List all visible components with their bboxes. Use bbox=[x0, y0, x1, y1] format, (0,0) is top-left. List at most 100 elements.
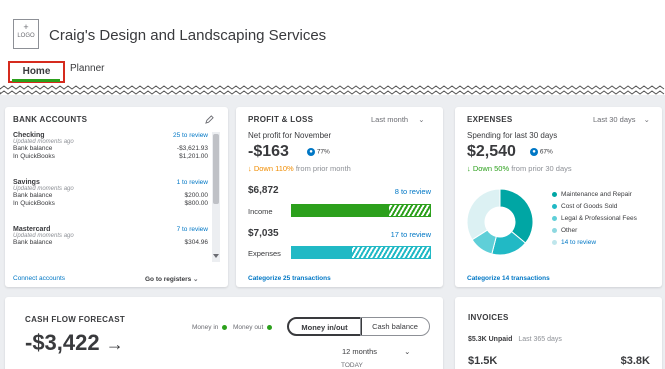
cash-flow-range-dropdown[interactable]: 12 months ⌄ bbox=[342, 347, 410, 356]
trend-rest: from prior 30 days bbox=[509, 164, 572, 173]
profit-loss-card: PROFIT & LOSS Last month ⌄ Net profit fo… bbox=[236, 107, 443, 287]
percent-value: 77% bbox=[316, 148, 330, 156]
legend-item[interactable]: Other bbox=[552, 225, 637, 237]
pencil-icon[interactable] bbox=[205, 115, 214, 124]
income-label: Income bbox=[248, 207, 273, 216]
chevron-down-icon: ⌄ bbox=[404, 347, 411, 356]
expenses-donut-chart[interactable] bbox=[465, 187, 535, 257]
invoices-not-due-amount: $3.8K bbox=[620, 355, 650, 367]
bank-balance-label: Bank balance bbox=[13, 239, 53, 246]
expenses-bar-fill bbox=[291, 246, 352, 259]
expenses-total: $2,540 bbox=[467, 143, 516, 160]
company-logo-placeholder[interactable]: + LOGO bbox=[13, 19, 39, 49]
logo-text: LOGO bbox=[17, 33, 35, 39]
add-logo-icon: + bbox=[23, 22, 29, 32]
tab-planner[interactable]: Planner bbox=[70, 63, 104, 74]
profit-loss-subtitle: Net profit for November bbox=[248, 131, 332, 140]
money-out-dot-icon bbox=[267, 324, 273, 330]
cash-flow-legend: Money in Money out bbox=[192, 324, 276, 331]
unpaid-period: Last 365 days bbox=[518, 336, 562, 343]
legend-dot-icon bbox=[552, 191, 557, 197]
go-to-registers-dropdown[interactable]: Go to registers ⌄ bbox=[145, 275, 199, 283]
qb-balance-value: $800.00 bbox=[184, 200, 209, 207]
period-label: Last month bbox=[371, 115, 409, 124]
bank-account-mastercard[interactable]: Mastercard 7 to review Updated moments a… bbox=[13, 226, 208, 247]
app-header: + LOGO Craig's Design and Landscaping Se… bbox=[0, 0, 665, 92]
account-review-link[interactable]: 7 to review bbox=[177, 226, 208, 233]
legend-item[interactable]: Legal & Professional Fees bbox=[552, 213, 637, 225]
profit-loss-period-dropdown[interactable]: Last month ⌄ bbox=[371, 115, 425, 124]
cash-flow-title: CASH FLOW FORECAST bbox=[25, 315, 126, 324]
bank-balance-value: $304.96 bbox=[184, 239, 209, 246]
bank-accounts-card: BANK ACCOUNTS Checking 25 to review Upda… bbox=[5, 107, 228, 287]
info-icon: ● bbox=[530, 148, 538, 156]
expenses-period-dropdown[interactable]: Last 30 days ⌄ bbox=[593, 115, 650, 124]
profit-trend: ↓ Down 110% from prior month bbox=[248, 164, 351, 173]
today-label: TODAY bbox=[341, 362, 363, 369]
expenses-subtitle: Spending for last 30 days bbox=[467, 131, 558, 140]
expenses-card: EXPENSES Last 30 days ⌄ Spending for las… bbox=[455, 107, 662, 287]
cash-balance-toggle[interactable]: Cash balance bbox=[360, 317, 430, 336]
percent-value: 67% bbox=[539, 148, 553, 156]
categorize-transactions-link[interactable]: Categorize 14 transactions bbox=[467, 275, 550, 282]
down-arrow-icon: ↓ bbox=[248, 164, 252, 173]
legend-dot-icon bbox=[552, 215, 557, 221]
bank-account-savings[interactable]: Savings 1 to review Updated moments ago … bbox=[13, 179, 208, 208]
expenses-bar-pending bbox=[351, 246, 431, 259]
bank-balance-label: Bank balance bbox=[13, 145, 53, 152]
accounts-scrollbar-thumb[interactable] bbox=[213, 134, 219, 204]
info-icon: ● bbox=[307, 148, 315, 156]
expenses-legend: Maintenance and Repair Cost of Goods Sol… bbox=[552, 189, 637, 249]
arrow-right-icon[interactable]: → bbox=[106, 334, 124, 354]
categorize-transactions-link[interactable]: Categorize 25 transactions bbox=[248, 275, 331, 282]
bank-balance-label: Bank balance bbox=[13, 192, 53, 199]
legend-item[interactable]: 14 to review bbox=[552, 237, 637, 249]
invoices-title: INVOICES bbox=[468, 313, 509, 322]
expenses-bar[interactable] bbox=[291, 246, 431, 259]
legend-item[interactable]: Maintenance and Repair bbox=[552, 189, 637, 201]
income-review-link[interactable]: 8 to review bbox=[395, 187, 431, 196]
donut-slice[interactable] bbox=[466, 188, 501, 241]
expenses-trend: ↓ Down 50% from prior 30 days bbox=[467, 164, 572, 173]
unpaid-amount: $5.3K Unpaid bbox=[468, 336, 513, 343]
money-out-label: Money out bbox=[233, 324, 264, 331]
review-link[interactable]: 14 to review bbox=[561, 239, 596, 246]
chevron-down-icon: ⌄ bbox=[418, 115, 425, 124]
legend-dot-icon bbox=[552, 239, 557, 245]
profit-loss-title: PROFIT & LOSS bbox=[248, 115, 314, 124]
range-label: 12 months bbox=[342, 347, 378, 356]
bank-balance-value: $200.00 bbox=[184, 192, 209, 199]
legend-label: Maintenance and Repair bbox=[561, 191, 632, 198]
go-to-registers-label: Go to registers bbox=[145, 276, 192, 283]
tab-home-active-indicator bbox=[12, 79, 60, 82]
expenses-review-link[interactable]: 17 to review bbox=[391, 230, 431, 239]
income-bar[interactable] bbox=[291, 204, 431, 217]
expenses-title: EXPENSES bbox=[467, 115, 513, 124]
bank-account-checking[interactable]: Checking 25 to review Updated moments ag… bbox=[13, 132, 208, 161]
trend-rest: from prior month bbox=[293, 164, 351, 173]
chevron-down-icon: ⌄ bbox=[643, 115, 650, 124]
money-in-dot-icon bbox=[222, 324, 228, 330]
money-in-out-toggle[interactable]: Money in/out bbox=[287, 317, 362, 336]
net-profit-percent-badge[interactable]: ● 77% bbox=[307, 148, 330, 156]
income-bar-pending bbox=[387, 204, 431, 217]
scroll-down-arrow-icon[interactable] bbox=[213, 254, 219, 259]
invoices-card: INVOICES $5.3K Unpaid Last 365 days $1.5… bbox=[455, 297, 662, 369]
account-review-link[interactable]: 25 to review bbox=[173, 132, 208, 139]
donut-slice[interactable] bbox=[499, 188, 534, 244]
qb-balance-value: $1,201.00 bbox=[179, 153, 208, 160]
money-in-label: Money in bbox=[192, 324, 219, 331]
legend-label: Other bbox=[561, 227, 578, 234]
cash-flow-amount: -$3,422 → bbox=[25, 330, 124, 356]
expenses-percent-badge[interactable]: ● 67% bbox=[530, 148, 553, 156]
bank-accounts-title: BANK ACCOUNTS bbox=[13, 115, 88, 124]
legend-label: Cost of Goods Sold bbox=[561, 203, 618, 210]
chevron-down-icon: ⌄ bbox=[193, 276, 199, 283]
legend-item[interactable]: Cost of Goods Sold bbox=[552, 201, 637, 213]
net-profit-amount: -$163 bbox=[248, 143, 289, 160]
cash-flow-card: CASH FLOW FORECAST Money in Money out -$… bbox=[5, 297, 443, 369]
account-review-link[interactable]: 1 to review bbox=[177, 179, 208, 186]
qb-balance-label: In QuickBooks bbox=[13, 153, 55, 160]
connect-accounts-link[interactable]: Connect accounts bbox=[13, 275, 65, 282]
expenses-amount: $7,035 bbox=[248, 228, 279, 239]
